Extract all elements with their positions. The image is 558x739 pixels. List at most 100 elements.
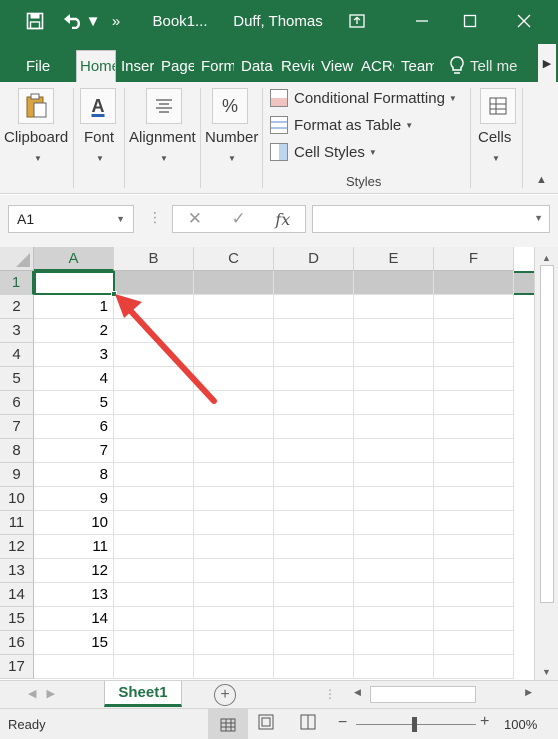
- cell-d13[interactable]: [274, 559, 354, 583]
- horizontal-scroll-thumb[interactable]: [370, 686, 476, 703]
- cell-b6[interactable]: [114, 391, 194, 415]
- row-header-15[interactable]: 15: [0, 607, 34, 631]
- vertical-scroll-thumb[interactable]: [540, 265, 554, 603]
- cell-e9[interactable]: [354, 463, 434, 487]
- alignment-caret[interactable]: ▼: [160, 154, 168, 163]
- column-header-e[interactable]: E: [354, 247, 434, 271]
- cell-b8[interactable]: [114, 439, 194, 463]
- cell-f17[interactable]: [434, 655, 514, 679]
- tab-review[interactable]: Review: [278, 50, 314, 82]
- column-header-f[interactable]: F: [434, 247, 514, 271]
- font-caret[interactable]: ▼: [96, 154, 104, 163]
- row-header-9[interactable]: 9: [0, 463, 34, 487]
- cells-icon[interactable]: [480, 88, 516, 124]
- cell-c3[interactable]: [194, 319, 274, 343]
- column-header-c[interactable]: C: [194, 247, 274, 271]
- formula-bar-grip[interactable]: ⋮: [148, 209, 162, 226]
- tab-insert[interactable]: Insert: [118, 50, 154, 82]
- cells-label[interactable]: Cells: [478, 129, 511, 146]
- alignment-icon[interactable]: [146, 88, 182, 124]
- clipboard-caret[interactable]: ▼: [34, 154, 42, 163]
- cell-a13[interactable]: 12: [34, 559, 114, 583]
- row-header-3[interactable]: 3: [0, 319, 34, 343]
- new-sheet-button[interactable]: +: [214, 684, 236, 706]
- select-all-button[interactable]: [0, 247, 34, 271]
- cell-d5[interactable]: [274, 367, 354, 391]
- cell-f1[interactable]: [434, 271, 514, 295]
- cell-d12[interactable]: [274, 535, 354, 559]
- formula-input[interactable]: ▼: [312, 205, 550, 233]
- row-header-14[interactable]: 14: [0, 583, 34, 607]
- maximize-button[interactable]: [448, 0, 492, 42]
- tab-acrobat[interactable]: ACROBAT: [358, 50, 394, 82]
- cell-f9[interactable]: [434, 463, 514, 487]
- scroll-up-icon[interactable]: ▲: [542, 253, 551, 263]
- row-header-8[interactable]: 8: [0, 439, 34, 463]
- cell-a14[interactable]: 13: [34, 583, 114, 607]
- number-caret[interactable]: ▼: [228, 154, 236, 163]
- cell-styles-button[interactable]: Cell Styles ▼: [270, 140, 377, 164]
- fill-handle[interactable]: [111, 291, 117, 297]
- normal-view-button[interactable]: [208, 709, 248, 739]
- cell-a2[interactable]: 1: [34, 295, 114, 319]
- cell-d7[interactable]: [274, 415, 354, 439]
- cell-d1[interactable]: [274, 271, 354, 295]
- cell-c9[interactable]: [194, 463, 274, 487]
- scroll-down-icon[interactable]: ▼: [542, 667, 551, 677]
- cell-c11[interactable]: [194, 511, 274, 535]
- cell-a15[interactable]: 14: [34, 607, 114, 631]
- cell-c13[interactable]: [194, 559, 274, 583]
- worksheet-grid[interactable]: ABCDEF 1 2 3 4 5 6 7 8 9 10 11 12 13 14 15 16 17 1234567…: [0, 247, 534, 680]
- zoom-slider-thumb[interactable]: [412, 717, 417, 732]
- font-icon[interactable]: A: [80, 88, 116, 124]
- row-header-16[interactable]: 16: [0, 631, 34, 655]
- cell-c10[interactable]: [194, 487, 274, 511]
- active-cell-a1[interactable]: [34, 271, 115, 295]
- cell-f3[interactable]: [434, 319, 514, 343]
- cell-b7[interactable]: [114, 415, 194, 439]
- cell-d17[interactable]: [274, 655, 354, 679]
- cell-e16[interactable]: [354, 631, 434, 655]
- expand-formula-bar-icon[interactable]: ▼: [534, 213, 543, 223]
- cell-c4[interactable]: [194, 343, 274, 367]
- number-icon[interactable]: %: [212, 88, 248, 124]
- row-header-10[interactable]: 10: [0, 487, 34, 511]
- cell-b3[interactable]: [114, 319, 194, 343]
- cell-f13[interactable]: [434, 559, 514, 583]
- number-label[interactable]: Number: [205, 129, 258, 146]
- cell-f16[interactable]: [434, 631, 514, 655]
- alignment-label[interactable]: Alignment: [129, 129, 196, 146]
- insert-function-button[interactable]: fx: [275, 210, 290, 229]
- cell-a7[interactable]: 6: [34, 415, 114, 439]
- cell-c7[interactable]: [194, 415, 274, 439]
- cell-c8[interactable]: [194, 439, 274, 463]
- cell-f12[interactable]: [434, 535, 514, 559]
- cell-b9[interactable]: [114, 463, 194, 487]
- cell-c1[interactable]: [194, 271, 274, 295]
- row-header-13[interactable]: 13: [0, 559, 34, 583]
- cell-b16[interactable]: [114, 631, 194, 655]
- tab-formulas[interactable]: Formulas: [198, 50, 234, 82]
- cell-d11[interactable]: [274, 511, 354, 535]
- cell-d14[interactable]: [274, 583, 354, 607]
- cell-c14[interactable]: [194, 583, 274, 607]
- cell-a16[interactable]: 15: [34, 631, 114, 655]
- cell-e8[interactable]: [354, 439, 434, 463]
- row-header-11[interactable]: 11: [0, 511, 34, 535]
- tab-data[interactable]: Data: [238, 50, 274, 82]
- page-break-view-button[interactable]: [300, 714, 316, 733]
- undo-dropdown[interactable]: ▼: [86, 0, 101, 42]
- cell-e13[interactable]: [354, 559, 434, 583]
- cell-a8[interactable]: 7: [34, 439, 114, 463]
- tab-file[interactable]: File: [22, 50, 58, 82]
- cell-f6[interactable]: [434, 391, 514, 415]
- zoom-in-button[interactable]: +: [480, 713, 489, 731]
- row-header-2[interactable]: 2: [0, 295, 34, 319]
- cells-caret[interactable]: ▼: [492, 154, 500, 163]
- column-header-d[interactable]: D: [274, 247, 354, 271]
- cell-f2[interactable]: [434, 295, 514, 319]
- clipboard-icon[interactable]: [18, 88, 54, 124]
- cell-b5[interactable]: [114, 367, 194, 391]
- cell-d4[interactable]: [274, 343, 354, 367]
- undo-button[interactable]: [60, 0, 86, 42]
